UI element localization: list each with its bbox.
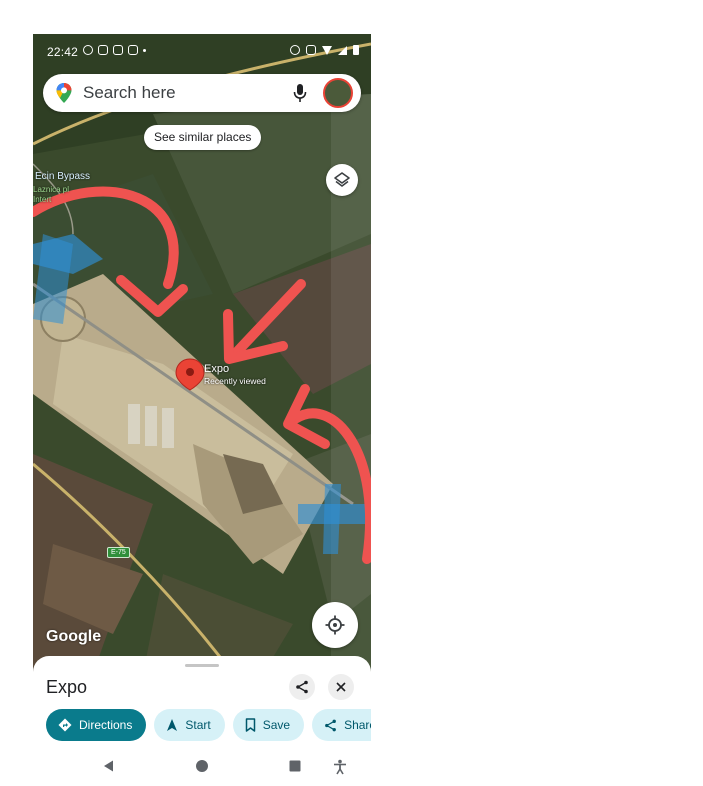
google-maps-pin-icon	[56, 83, 72, 103]
share-round-button[interactable]	[289, 674, 315, 700]
save-label: Save	[262, 718, 291, 732]
phone-screen: Ecin Bypass Laznica pl Intert E-75 Expo …	[33, 34, 371, 786]
my-location-icon	[325, 615, 345, 635]
place-bottom-sheet[interactable]: Expo Directions Start Save Shar	[33, 656, 371, 786]
notification-icons	[83, 45, 146, 55]
directions-button[interactable]: Directions	[46, 709, 147, 741]
share-icon	[296, 680, 308, 694]
action-chips: Directions Start Save Shar	[46, 709, 371, 741]
save-button[interactable]: Save	[232, 709, 305, 741]
marker-label[interactable]: Expo Recently viewed	[204, 363, 266, 386]
status-time: 22:42	[47, 45, 79, 59]
instagram-icon	[113, 45, 123, 55]
battery-icon	[353, 45, 359, 55]
see-similar-places-chip[interactable]: See similar places	[144, 125, 262, 150]
layers-icon	[334, 172, 350, 187]
marker-name: Expo	[204, 363, 230, 375]
share-icon	[325, 719, 336, 731]
directions-label: Directions	[79, 718, 133, 732]
more-notifications-icon	[143, 48, 146, 52]
start-label: Start	[185, 718, 211, 732]
share-label: Share	[344, 718, 371, 732]
my-location-button[interactable]	[312, 602, 358, 648]
marker-subtitle: Recently viewed	[204, 376, 266, 386]
google-logo: Google	[46, 628, 102, 645]
layers-button[interactable]	[326, 164, 358, 196]
signal-icon	[338, 45, 347, 55]
directions-icon	[58, 718, 72, 732]
recents-icon[interactable]	[288, 759, 302, 773]
search-input[interactable]: Search here	[83, 83, 176, 103]
vibrate-icon	[306, 45, 316, 55]
share-button[interactable]: Share	[312, 709, 371, 741]
status-bar: 22:42	[33, 34, 371, 59]
search-bar[interactable]: Search here	[43, 74, 361, 112]
road-label: Ecin Bypass	[35, 171, 91, 182]
home-icon[interactable]	[195, 759, 209, 773]
system-icons	[290, 45, 359, 55]
highway-shield: E-75	[107, 547, 130, 558]
start-button[interactable]: Start	[154, 709, 225, 741]
wifi-icon	[322, 45, 332, 55]
microphone-icon[interactable]	[293, 83, 307, 103]
system-nav-bar	[33, 754, 371, 786]
drag-handle[interactable]	[185, 664, 219, 667]
navigation-arrow-icon	[167, 719, 178, 731]
place-title: Expo	[46, 677, 88, 697]
map-view[interactable]: Ecin Bypass Laznica pl Intert E-75 Expo …	[33, 34, 371, 674]
account-avatar[interactable]	[323, 78, 353, 108]
close-icon	[336, 682, 346, 692]
location-icon	[290, 45, 300, 55]
close-button[interactable]	[328, 674, 354, 700]
instagram-icon	[98, 45, 108, 55]
bookmark-icon	[245, 718, 255, 732]
road-sublabel: Laznica pl	[33, 185, 70, 194]
road-sublabel: Intert	[33, 195, 52, 204]
notification-icon	[128, 45, 138, 55]
accessibility-icon[interactable]	[333, 759, 347, 775]
whatsapp-icon	[83, 45, 93, 55]
back-icon[interactable]	[102, 759, 116, 773]
